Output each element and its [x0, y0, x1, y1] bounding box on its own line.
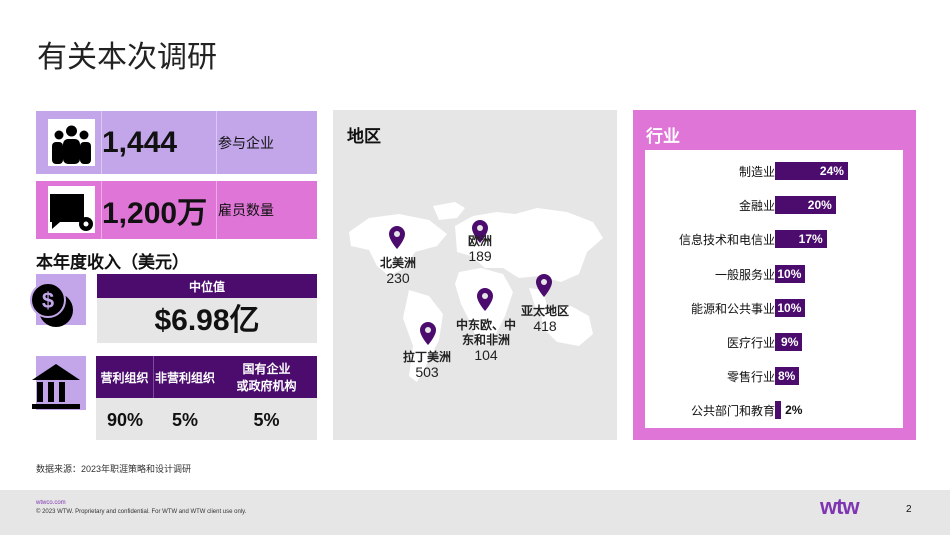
industry-bar: 20% [775, 196, 836, 215]
employees-label: 雇员数量 [218, 202, 274, 218]
employees-count: 1,200万 [102, 197, 208, 230]
bank-icon [32, 356, 86, 410]
org-header-nonprofit: 非营利组织 [154, 356, 216, 398]
map-pin-icon [536, 274, 552, 297]
svg-text:$: $ [42, 288, 54, 313]
page-number: 2 [906, 504, 912, 515]
footer-site[interactable]: wtwco.com [36, 500, 66, 506]
region-name: 北美洲 [379, 256, 416, 270]
map-pin-icon [420, 322, 436, 345]
industry-row: 公共部门和教育 2% [645, 401, 903, 420]
industry-label: 制造业 [738, 165, 775, 179]
org-header-government: 国有企业 或政府机构 [216, 356, 317, 398]
org-value-government: 5% [253, 410, 280, 430]
industry-bar [775, 401, 782, 420]
industry-label: 信息技术和电信业 [678, 233, 775, 248]
region-panel: 地区 北美洲 230 欧洲 189 亚太地区 418 中东欧、中东和非洲 104 拉丁美… [333, 110, 617, 440]
org-value-nonprofit: 5% [171, 410, 198, 430]
region-count: 230 [386, 270, 410, 286]
industry-label: 医疗行业 [726, 336, 775, 350]
industry-row: 金融业 20% [645, 196, 903, 215]
industry-value: 10% [777, 300, 802, 315]
industry-label: 一般服务业 [714, 267, 775, 282]
industry-bar: 17% [775, 230, 827, 249]
org-header-profit: 营利组织 [96, 356, 154, 398]
industry-title: 行业 [646, 127, 680, 146]
coins-icon: $ [30, 274, 86, 327]
industry-label: 金融业 [738, 199, 775, 214]
revenue-heading: 本年度收入（美元） [36, 253, 189, 272]
median-label: 中位值 [97, 274, 317, 298]
region-name: 拉丁美洲 [402, 350, 451, 364]
industry-row: 零售行业 8% [645, 367, 903, 386]
org-value-profit: 90% [106, 410, 144, 430]
industry-label: 能源和公共事业 [690, 301, 775, 316]
industry-row: 信息技术和电信业 17% [645, 230, 903, 249]
region-count: 418 [533, 318, 557, 334]
region-count: 104 [474, 347, 498, 363]
industry-row: 制造业 24% [645, 162, 903, 180]
industry-bar: 10% [775, 264, 806, 283]
footer: wtwco.com © 2023 WTW. Proprietary and co… [0, 490, 950, 535]
industry-bar: 10% [775, 298, 806, 317]
industry-value: 8% [777, 369, 796, 384]
region-count: 503 [415, 364, 439, 380]
wtw-logo: wtw [820, 494, 860, 519]
industry-row: 医疗行业 9% [645, 333, 903, 351]
industry-value: 24% [819, 164, 844, 178]
industry-chart: 制造业 24% 金融业 20% 信息技术和电信业 17% 一般服务业 10% 能… [645, 150, 903, 428]
region-count: 189 [468, 248, 492, 264]
industry-bar: 9% [775, 333, 803, 351]
page-title: 有关本次调研 [37, 41, 217, 74]
chat-gear-icon [48, 186, 95, 233]
industry-value: 9% [781, 335, 799, 349]
map-pin-icon [389, 226, 405, 249]
region-name: 亚太地区 [520, 304, 569, 318]
org-type-table: 营利组织 非营利组织 国有企业 或政府机构 90% 5% 5% [96, 356, 317, 440]
companies-label: 参与企业 [218, 134, 274, 151]
industry-value: 20% [807, 198, 832, 213]
industry-label: 零售行业 [726, 370, 775, 385]
industry-bar: 24% [775, 162, 848, 180]
industry-value: 2% [785, 403, 803, 418]
industry-panel: 行业 制造业 24% 金融业 20% 信息技术和电信业 17% 一般服务业 10… [633, 110, 916, 440]
industry-label: 公共部门和教育 [690, 404, 775, 419]
region-name: 中东欧、中东和非洲 [455, 318, 516, 347]
people-icon [48, 119, 95, 166]
data-source: 数据来源：2023年职涯策略和设计调研 [36, 464, 192, 474]
industry-row: 一般服务业 10% [645, 264, 903, 283]
footer-copyright: © 2023 WTW. Proprietary and confidential… [36, 509, 247, 515]
map-pin-icon [477, 288, 493, 311]
industry-row: 能源和公共事业 10% [645, 298, 903, 317]
industry-value: 17% [798, 232, 823, 247]
stat-employees: 1,200万 雇员数量 [36, 181, 317, 239]
region-name: 欧洲 [467, 234, 492, 248]
median-value: $6.98亿 [97, 298, 317, 343]
industry-value: 10% [777, 266, 802, 281]
stat-companies: 1,444 参与企业 [36, 111, 317, 174]
companies-count: 1,444 [102, 125, 178, 159]
industry-bar: 8% [775, 367, 800, 386]
